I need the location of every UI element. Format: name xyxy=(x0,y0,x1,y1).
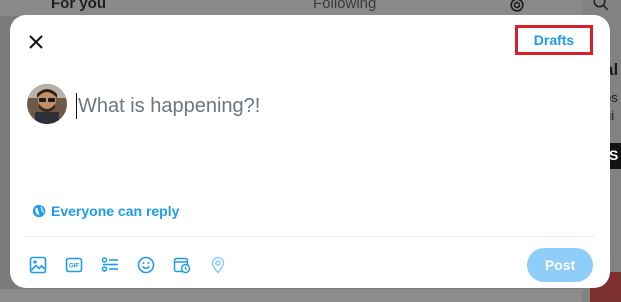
post-button[interactable]: Post xyxy=(527,248,593,282)
reply-setting-label: Everyone can reply xyxy=(51,203,180,219)
svg-text:GIF: GIF xyxy=(69,264,79,270)
background-button-label: S xyxy=(609,147,619,163)
settings-gear-icon[interactable] xyxy=(507,0,527,15)
drafts-button[interactable]: Drafts xyxy=(515,25,593,55)
gif-icon: GIF xyxy=(65,257,83,273)
avatar-image xyxy=(27,84,67,124)
add-gif-button[interactable]: GIF xyxy=(64,255,84,275)
background-bottom-strip xyxy=(0,289,582,302)
location-icon xyxy=(211,256,225,274)
emoji-icon xyxy=(137,256,155,274)
schedule-post-button[interactable] xyxy=(172,255,192,275)
tag-location-button[interactable] xyxy=(208,255,228,275)
page: For you Following al bs gi S Drafts xyxy=(0,0,621,302)
compose-text-input[interactable]: What is happening?! xyxy=(76,91,556,121)
add-media-button[interactable] xyxy=(28,255,48,275)
image-icon xyxy=(29,256,47,274)
schedule-icon xyxy=(173,257,191,274)
compose-toolbar: GIF xyxy=(28,253,244,277)
globe-icon xyxy=(32,204,46,218)
divider xyxy=(26,236,594,237)
drafts-label: Drafts xyxy=(533,32,575,48)
add-poll-button[interactable] xyxy=(100,255,120,275)
post-label: Post xyxy=(544,257,576,273)
reply-setting-button[interactable]: Everyone can reply xyxy=(32,203,179,219)
background-tab-following[interactable]: Following xyxy=(313,0,376,12)
search-icon[interactable] xyxy=(592,0,610,12)
text-caret xyxy=(76,93,77,119)
background-tab-for-you[interactable]: For you xyxy=(51,0,106,12)
close-icon xyxy=(29,35,43,49)
add-emoji-button[interactable] xyxy=(136,255,156,275)
poll-icon xyxy=(101,257,118,272)
close-button[interactable] xyxy=(24,30,48,54)
compose-placeholder: What is happening?! xyxy=(78,94,261,117)
compose-modal: Drafts What is happening?! Everyone can … xyxy=(10,15,610,288)
avatar[interactable] xyxy=(27,84,67,124)
